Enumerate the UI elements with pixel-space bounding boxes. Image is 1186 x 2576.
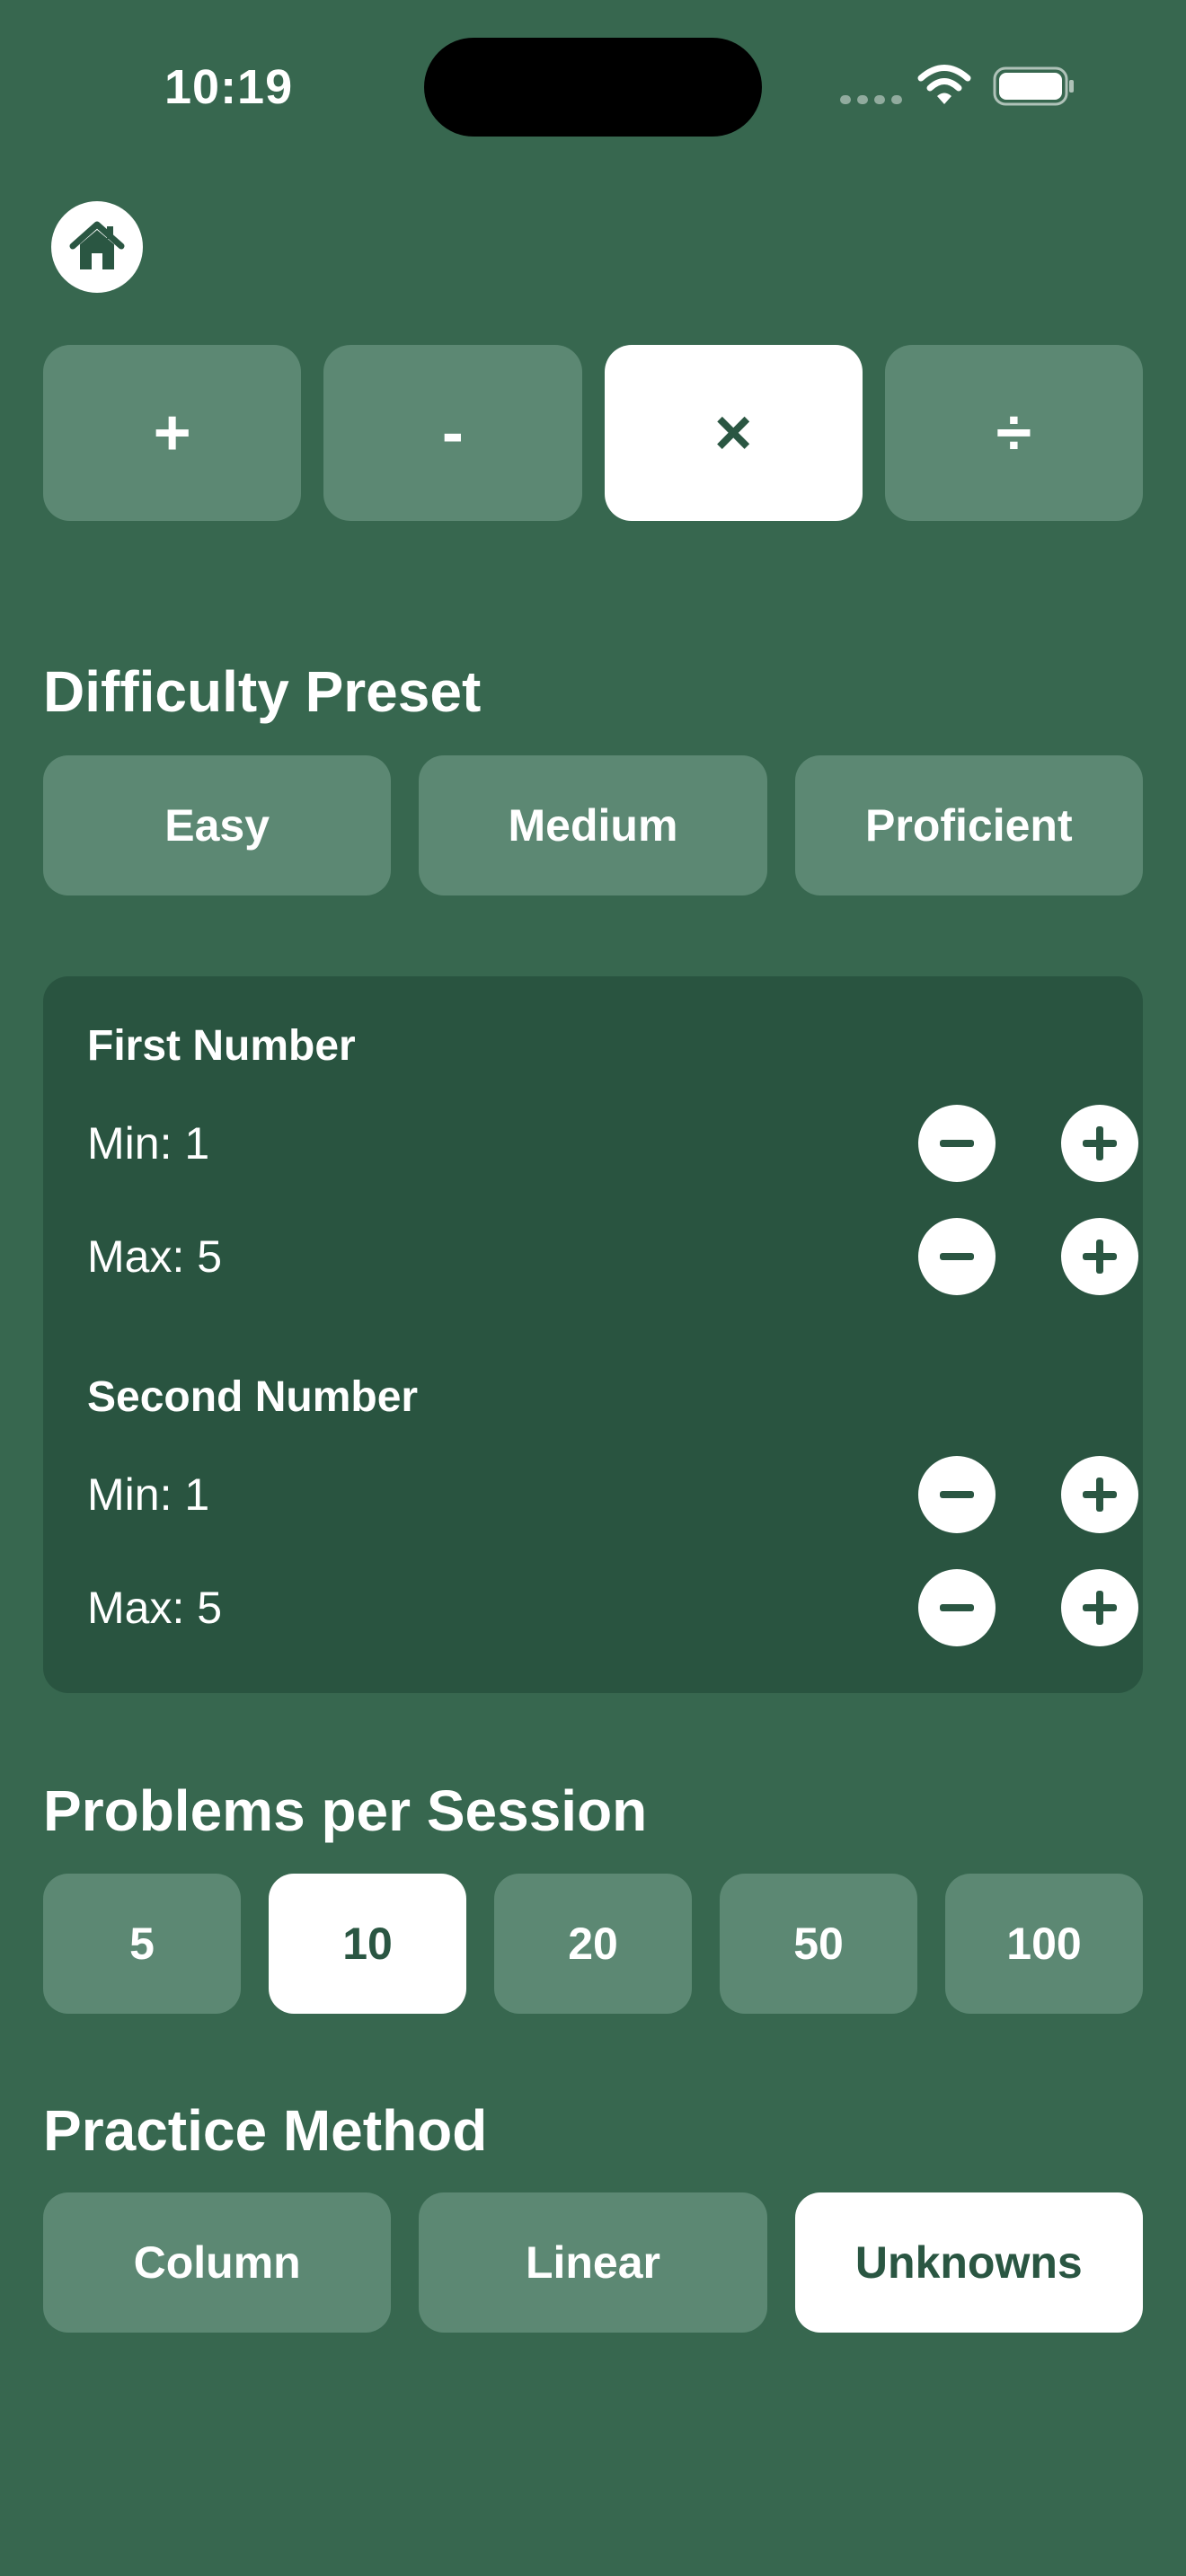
battery-icon bbox=[993, 66, 1074, 106]
operation-subtract-button[interactable]: - bbox=[323, 345, 582, 521]
settings-screen: 10:19 + - × ÷ Difficulty Preset Easy Med… bbox=[0, 0, 1186, 2576]
home-button[interactable] bbox=[51, 201, 143, 293]
plus-icon bbox=[1083, 1478, 1117, 1512]
first-max-decrement-button[interactable] bbox=[918, 1218, 996, 1295]
second-min-label: Min: 1 bbox=[87, 1469, 210, 1520]
operation-multiply-button[interactable]: × bbox=[604, 345, 863, 521]
problems-10-button[interactable]: 10 bbox=[269, 1874, 466, 2014]
second-max-row: Max: 5 bbox=[87, 1569, 1138, 1646]
method-title: Practice Method bbox=[43, 2098, 488, 2163]
problems-5-button[interactable]: 5 bbox=[43, 1874, 241, 2014]
method-linear-button[interactable]: Linear bbox=[419, 2192, 767, 2333]
first-min-row: Min: 1 bbox=[87, 1105, 1138, 1182]
second-max-increment-button[interactable] bbox=[1061, 1569, 1138, 1646]
minus-icon bbox=[940, 1604, 974, 1611]
second-max-label: Max: 5 bbox=[87, 1583, 223, 1633]
signal-icon bbox=[840, 95, 903, 104]
difficulty-title: Difficulty Preset bbox=[43, 659, 482, 724]
plus-icon bbox=[1083, 1239, 1117, 1274]
first-min-label: Min: 1 bbox=[87, 1118, 210, 1169]
first-min-increment-button[interactable] bbox=[1061, 1105, 1138, 1182]
method-unknowns-button[interactable]: Unknowns bbox=[794, 2192, 1143, 2333]
second-number-title: Second Number bbox=[87, 1373, 419, 1421]
dynamic-island bbox=[424, 38, 762, 137]
problems-title: Problems per Session bbox=[43, 1778, 648, 1843]
method-column-button[interactable]: Column bbox=[43, 2192, 392, 2333]
plus-icon bbox=[1083, 1591, 1117, 1625]
wifi-icon bbox=[917, 65, 971, 104]
method-options: Column Linear Unknowns bbox=[43, 2192, 1143, 2333]
home-icon bbox=[69, 221, 125, 269]
difficulty-options: Easy Medium Proficient bbox=[43, 755, 1143, 895]
problems-50-button[interactable]: 50 bbox=[720, 1874, 917, 2014]
minus-icon bbox=[940, 1140, 974, 1147]
minus-icon bbox=[940, 1491, 974, 1498]
second-max-decrement-button[interactable] bbox=[918, 1569, 996, 1646]
problems-100-button[interactable]: 100 bbox=[945, 1874, 1143, 2014]
difficulty-easy-button[interactable]: Easy bbox=[43, 755, 392, 895]
first-min-decrement-button[interactable] bbox=[918, 1105, 996, 1182]
plus-icon bbox=[1083, 1126, 1117, 1160]
operation-selector: + - × ÷ bbox=[43, 345, 1143, 521]
minus-icon bbox=[940, 1253, 974, 1260]
second-min-increment-button[interactable] bbox=[1061, 1456, 1138, 1533]
problems-options: 5 10 20 50 100 bbox=[43, 1874, 1143, 2014]
status-time: 10:19 bbox=[164, 60, 294, 114]
difficulty-medium-button[interactable]: Medium bbox=[419, 755, 767, 895]
difficulty-proficient-button[interactable]: Proficient bbox=[794, 755, 1143, 895]
first-max-increment-button[interactable] bbox=[1061, 1218, 1138, 1295]
second-min-decrement-button[interactable] bbox=[918, 1456, 996, 1533]
first-max-label: Max: 5 bbox=[87, 1231, 223, 1282]
second-min-row: Min: 1 bbox=[87, 1456, 1138, 1533]
first-number-title: First Number bbox=[87, 1022, 356, 1070]
number-range-card: First Number Min: 1 Max: 5 Second Number… bbox=[43, 976, 1143, 1693]
operation-divide-button[interactable]: ÷ bbox=[884, 345, 1143, 521]
first-max-row: Max: 5 bbox=[87, 1218, 1138, 1295]
operation-add-button[interactable]: + bbox=[43, 345, 302, 521]
problems-20-button[interactable]: 20 bbox=[494, 1874, 692, 2014]
